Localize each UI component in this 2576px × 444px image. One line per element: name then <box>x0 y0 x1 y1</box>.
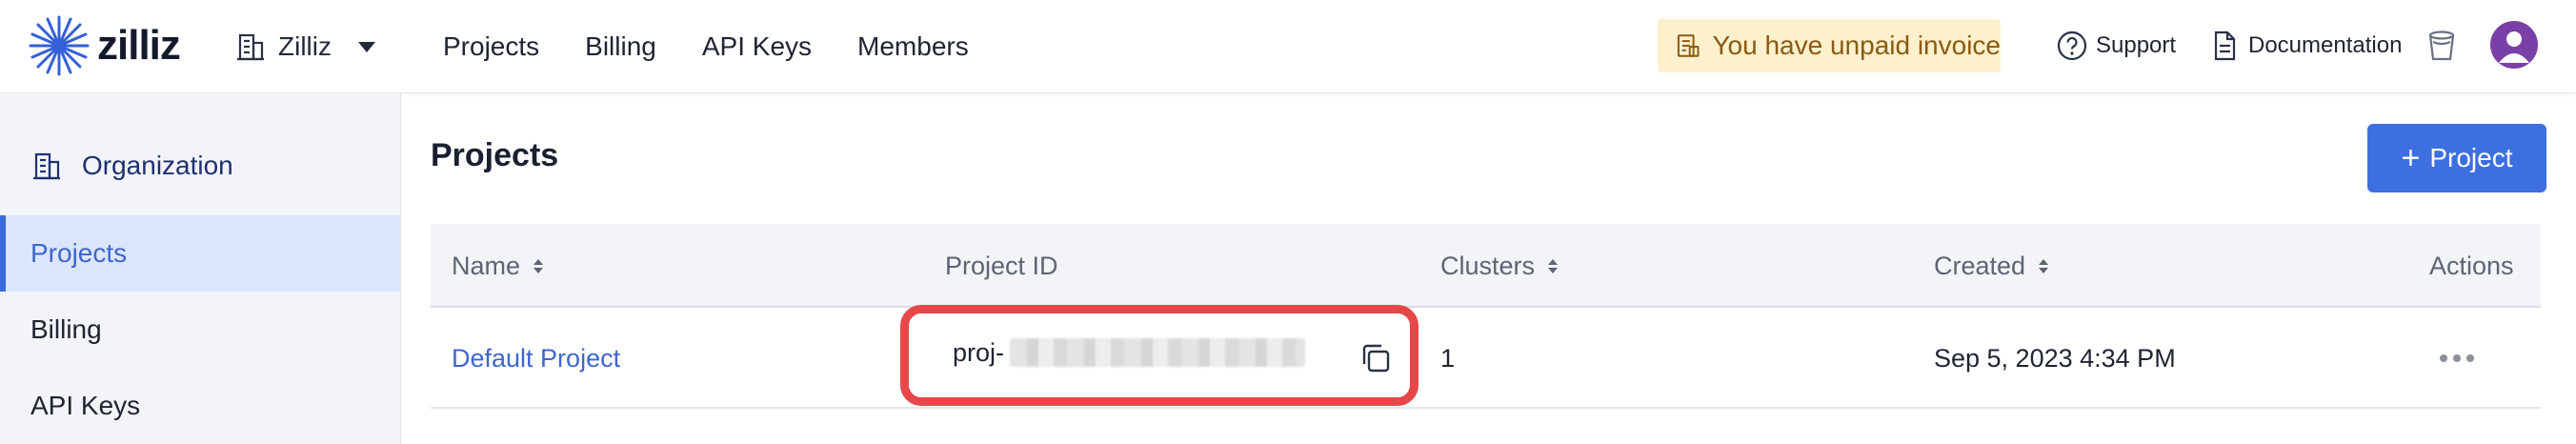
user-avatar[interactable] <box>2490 21 2538 69</box>
document-icon <box>2214 30 2236 61</box>
invoice-icon <box>1677 34 1700 57</box>
nav-billing[interactable]: Billing <box>585 31 656 62</box>
sidebar-item-billing[interactable]: Billing <box>0 292 400 368</box>
sort-icon <box>2039 258 2049 273</box>
building-icon <box>237 33 264 61</box>
dot <box>2466 354 2474 362</box>
org-switcher[interactable]: Zilliz <box>234 27 375 67</box>
new-project-button[interactable]: + Project <box>2367 124 2546 192</box>
project-id-cell: proj- <box>953 302 1306 403</box>
invoice-text: You have unpaid invoice <box>1712 30 2001 60</box>
column-label: Name <box>452 251 521 280</box>
project-id-prefix: proj- <box>953 337 1005 367</box>
sort-icon <box>533 258 544 273</box>
unpaid-invoice-banner[interactable]: You have unpaid invoice <box>1658 19 2001 72</box>
column-header-project-id: Project ID <box>945 224 1058 308</box>
nav-api-keys[interactable]: API Keys <box>702 31 812 62</box>
building-icon <box>33 152 60 180</box>
documentation-link[interactable]: Documentation <box>2208 27 2402 65</box>
column-label: Clusters <box>1440 251 1536 280</box>
page-title: Projects <box>431 137 559 173</box>
column-header-clusters[interactable]: Clusters <box>1440 224 1559 308</box>
table-header: Name Project ID Clusters Created Actions <box>431 224 2541 308</box>
column-header-name[interactable]: Name <box>452 224 544 308</box>
sidebar-organization-label: Organization <box>82 151 233 180</box>
column-header-created[interactable]: Created <box>1934 224 2049 308</box>
trash-icon[interactable] <box>2425 29 2458 63</box>
help-circle-icon <box>2057 30 2087 61</box>
created-date: Sep 5, 2023 4:34 PM <box>1934 343 2176 373</box>
sidebar: Organization Projects Billing API Keys <box>0 93 401 444</box>
top-nav: Projects Billing API Keys Members <box>443 27 969 67</box>
sidebar-item-projects[interactable]: Projects <box>0 215 400 292</box>
more-horizontal-icon <box>2440 354 2447 362</box>
org-name: Zilliz <box>278 31 332 61</box>
table-row: Default Project proj- 1 Sep 5, 2023 4:34… <box>431 308 2541 409</box>
sidebar-organization[interactable]: Organization <box>30 145 233 187</box>
column-header-actions: Actions <box>2429 224 2514 308</box>
more-actions-button[interactable] <box>2436 351 2478 366</box>
sort-icon <box>1548 258 1559 273</box>
top-header: zilliz Zilliz Projects Billing API Keys … <box>0 0 2576 93</box>
caret-down-icon <box>358 41 375 52</box>
column-label: Actions <box>2429 251 2514 280</box>
user-avatar-icon <box>2499 31 2529 63</box>
nav-projects[interactable]: Projects <box>443 31 539 62</box>
documentation-label: Documentation <box>2248 32 2403 58</box>
project-id-redacted <box>1010 338 1306 367</box>
clusters-count: 1 <box>1440 343 1456 373</box>
column-label: Created <box>1934 251 2026 280</box>
nav-members[interactable]: Members <box>857 31 969 62</box>
column-label: Project ID <box>945 251 1058 280</box>
zilliz-logo[interactable]: zilliz <box>29 13 181 78</box>
dot <box>2453 354 2461 362</box>
project-name-link[interactable]: Default Project <box>452 308 620 409</box>
zilliz-star-icon <box>29 15 90 76</box>
support-label: Support <box>2096 32 2177 58</box>
plus-icon: + <box>2401 140 2421 176</box>
logo-text: zilliz <box>97 22 181 69</box>
new-project-label: Project <box>2429 143 2513 172</box>
support-link[interactable]: Support <box>2056 27 2176 65</box>
sidebar-item-api-keys[interactable]: API Keys <box>0 368 400 444</box>
copy-icon[interactable] <box>1358 341 1393 375</box>
